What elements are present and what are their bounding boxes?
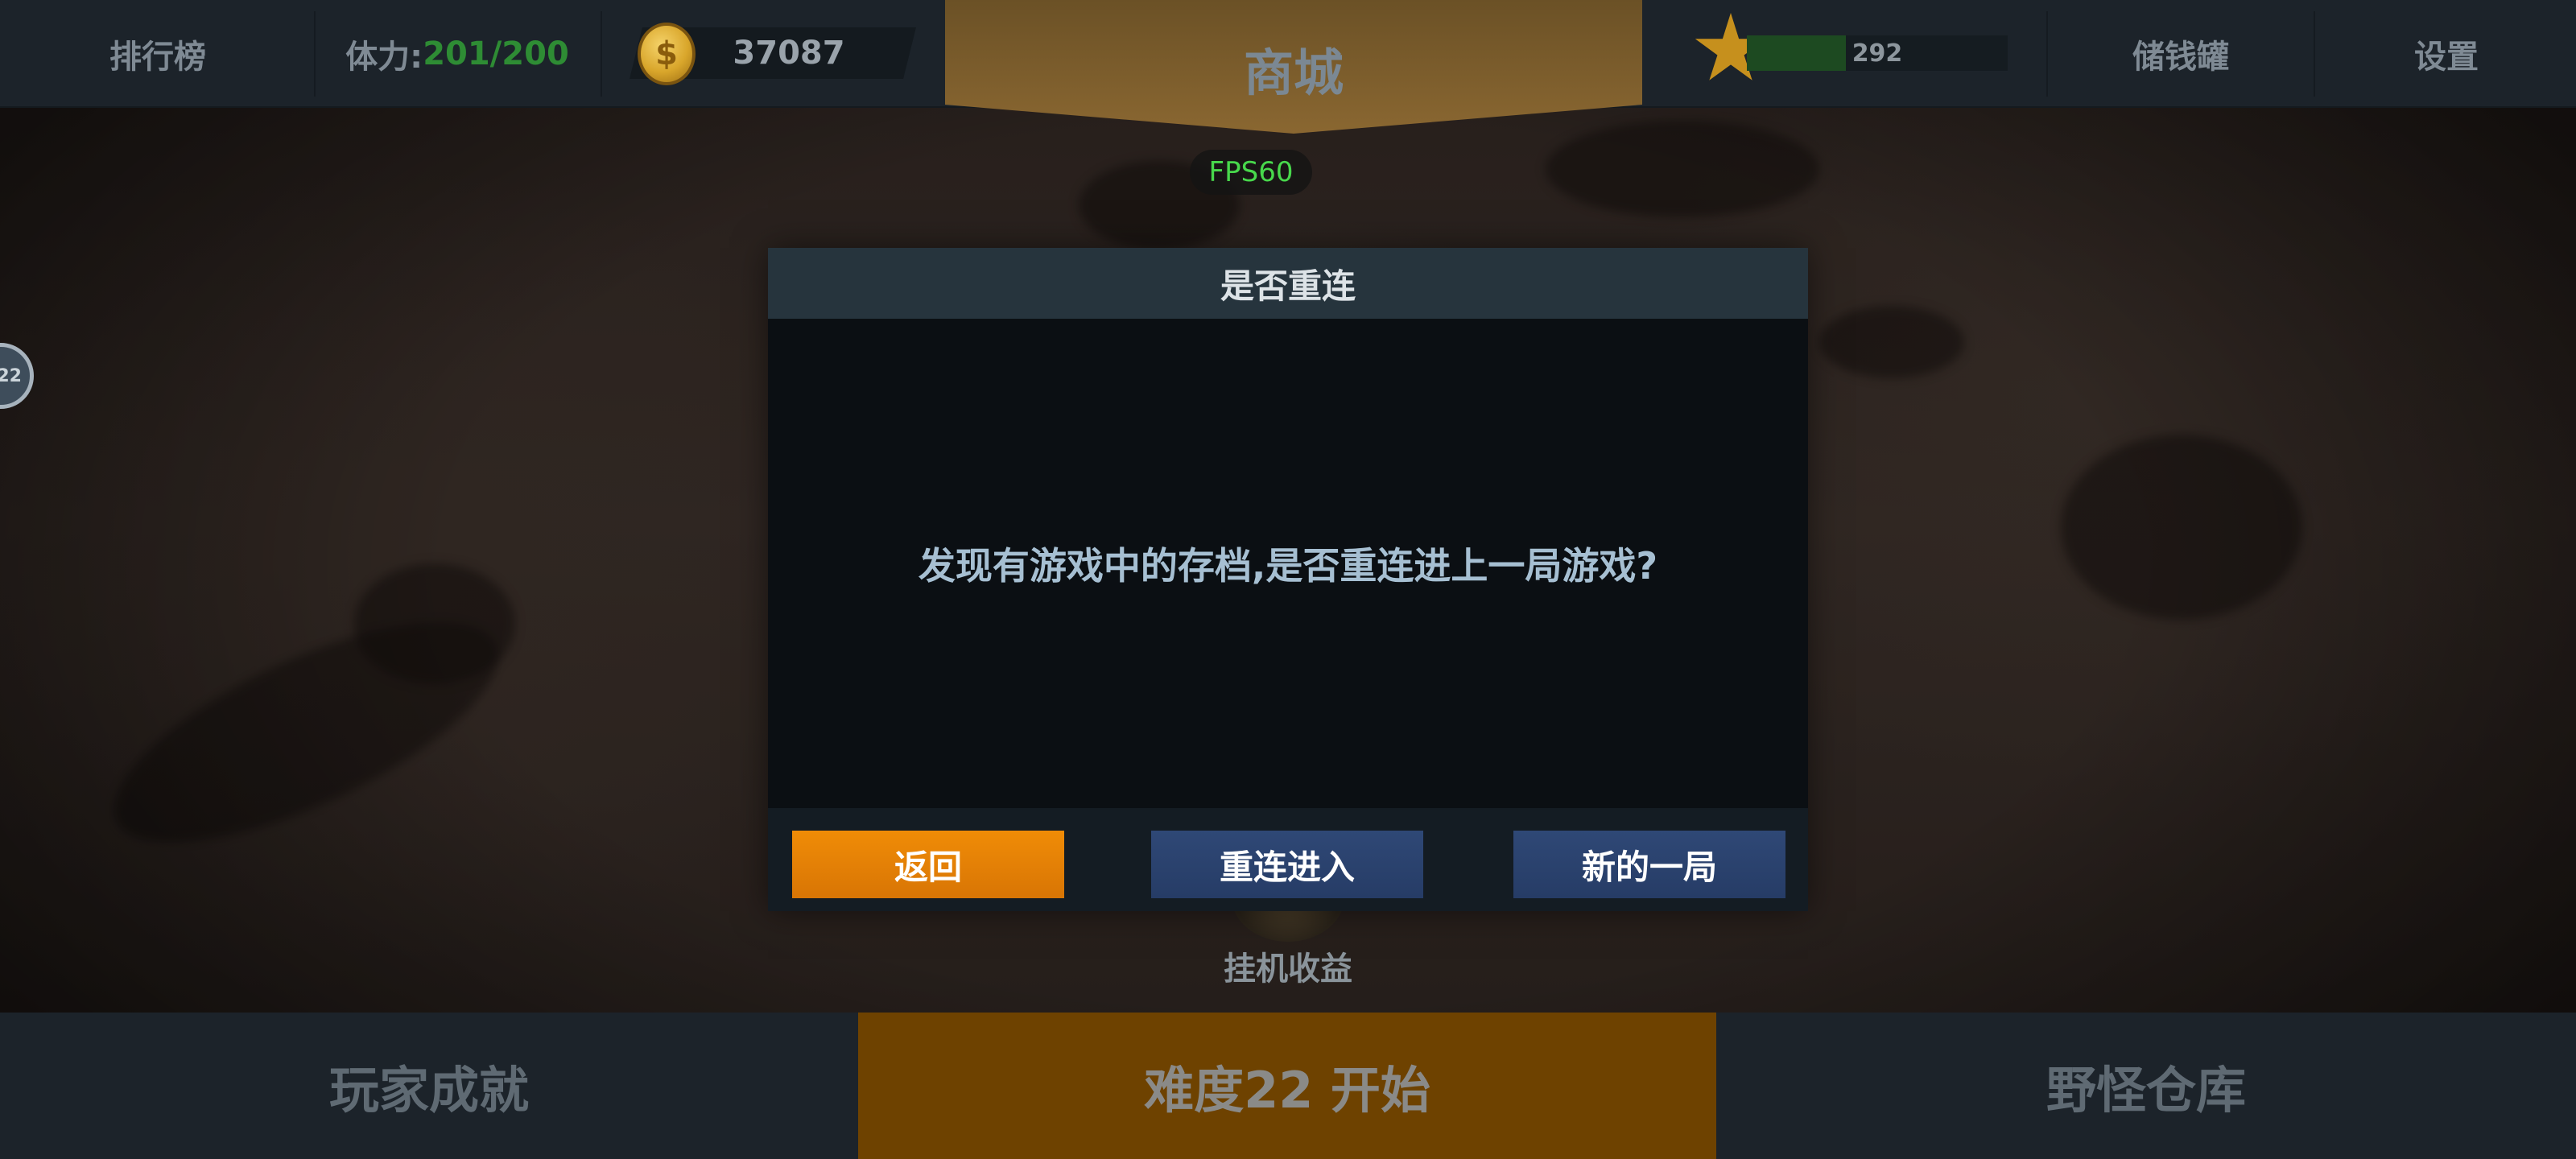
reconnect-button[interactable]: 重连进入: [1151, 831, 1423, 898]
reconnect-dialog: 是否重连 发现有游戏中的存档,是否重连进上一局游戏? 返回 重连进入 新的一局: [768, 248, 1808, 911]
dialog-footer: 返回 重连进入 新的一局: [768, 808, 1808, 911]
idle-income-label[interactable]: 挂机收益: [1159, 940, 1417, 992]
stamina-label: 体力:: [345, 39, 423, 76]
piggy-bank-button[interactable]: 储钱罐: [2048, 0, 2314, 108]
shop-button[interactable]: 商城: [945, 32, 1642, 105]
ranking-button[interactable]: 排行榜: [0, 0, 316, 108]
stamina-value: 201/200: [423, 35, 569, 72]
dialog-message: 发现有游戏中的存档,是否重连进上一局游戏?: [918, 544, 1658, 588]
settings-button[interactable]: 设置: [2317, 0, 2576, 108]
monster-warehouse-button[interactable]: 野怪仓库: [1716, 1013, 2576, 1159]
fps-counter: FPS60: [1190, 150, 1312, 195]
stamina-display: 体力: 201/200: [316, 0, 599, 108]
coin-count: 37087: [733, 35, 845, 72]
achievements-button[interactable]: 玩家成就: [0, 1013, 858, 1159]
level-progress-value: 292: [1852, 39, 1903, 68]
coin-icon: $: [638, 23, 696, 85]
back-button[interactable]: 返回: [792, 831, 1064, 898]
dialog-title: 是否重连: [768, 248, 1808, 319]
level-progress-bar: 292: [1747, 35, 2008, 71]
divider: [601, 11, 602, 97]
start-game-button[interactable]: 难度22 开始: [858, 1013, 1716, 1159]
divider: [2314, 11, 2315, 97]
new-game-button[interactable]: 新的一局: [1513, 831, 1785, 898]
